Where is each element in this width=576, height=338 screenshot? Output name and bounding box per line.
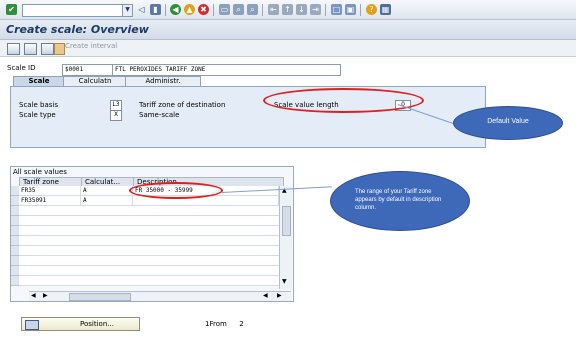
row-selector[interactable] xyxy=(11,226,19,236)
position-button[interactable]: Position... xyxy=(21,317,140,331)
callout-range-note-text: The range of your Tariff zone appears by… xyxy=(355,189,442,211)
shortcut-icon[interactable]: ▣ xyxy=(345,4,356,15)
table-row-empty[interactable] xyxy=(19,216,279,226)
last-page-icon[interactable]: ⇥ xyxy=(310,4,321,15)
create-interval-icon[interactable] xyxy=(54,43,65,55)
copy-icon[interactable] xyxy=(41,43,54,55)
next-page-icon[interactable]: ↓ xyxy=(296,4,307,15)
callout-default-value-text: Default Value xyxy=(487,118,529,125)
command-dropdown-icon[interactable]: ▼ xyxy=(122,4,133,17)
cancel-icon[interactable]: ✖ xyxy=(198,4,209,15)
row-selector[interactable] xyxy=(11,216,19,226)
row-selector[interactable] xyxy=(11,256,19,266)
find-next-icon[interactable]: ⌕ xyxy=(247,4,258,15)
scale-basis-label: Scale basis xyxy=(19,101,59,109)
table-row-empty[interactable] xyxy=(19,276,279,286)
entry-info: 1From 2 xyxy=(205,320,244,328)
callout-default-value: Default Value xyxy=(453,106,563,140)
scale-type-description: Same-scale xyxy=(139,111,180,119)
scroll-down-icon[interactable]: ▼ xyxy=(282,278,287,285)
row-selector[interactable] xyxy=(11,206,19,216)
entry-total: 2 xyxy=(239,320,244,328)
scroll-left-icon[interactable]: ◀ xyxy=(263,292,268,299)
table-row-empty[interactable] xyxy=(19,266,279,276)
position-icon xyxy=(25,320,39,330)
exit-icon[interactable]: ▲ xyxy=(184,4,195,15)
back-arrow-icon[interactable]: ◁ xyxy=(136,4,147,15)
cell-calculation[interactable]: A xyxy=(81,186,133,195)
scroll-right-icon[interactable]: ▶ xyxy=(277,292,282,299)
scale-id-label: Scale ID xyxy=(7,64,36,72)
cell-calculation[interactable]: A xyxy=(81,196,133,205)
table-row-empty[interactable] xyxy=(19,236,279,246)
toolbar-separator xyxy=(360,4,361,16)
toolbar-separator xyxy=(213,4,214,16)
system-toolbar: ✔ ▼ ◁ ▮ ◀ ▲ ✖ ▭ ⌕ ⌕ ⇤ ↑ ↓ ⇥ □ ▣ ? ▦ xyxy=(0,0,576,20)
highlight-ellipse-value-length xyxy=(263,88,424,113)
entry-from-label: 1From xyxy=(205,320,227,328)
first-page-icon[interactable]: ⇤ xyxy=(268,4,279,15)
scale-type-label: Scale type xyxy=(19,111,56,119)
table-row-empty[interactable] xyxy=(19,256,279,266)
help-icon[interactable]: ? xyxy=(366,4,377,15)
table-title: All scale values xyxy=(13,168,67,176)
scale-id-field[interactable]: $0001 xyxy=(62,64,114,76)
scroll-thumb[interactable] xyxy=(282,206,291,236)
row-selector[interactable] xyxy=(11,236,19,246)
table-row-empty[interactable] xyxy=(19,226,279,236)
cell-tariff-zone[interactable]: FR35 xyxy=(19,186,81,195)
previous-page-icon[interactable]: ↑ xyxy=(282,4,293,15)
layout-icon[interactable]: ▦ xyxy=(380,4,391,15)
create-interval-button[interactable]: Create interval xyxy=(65,42,117,50)
row-selector[interactable] xyxy=(11,186,19,196)
toolbar-separator xyxy=(325,4,326,16)
scroll-thumb-horizontal[interactable] xyxy=(69,293,131,301)
scale-description-field[interactable]: FTL PEROXIDES TARIFF ZONE xyxy=(112,64,341,76)
print-icon[interactable]: ▭ xyxy=(219,4,230,15)
command-field[interactable] xyxy=(22,4,124,17)
scroll-right-icon[interactable]: ▶ xyxy=(43,292,48,299)
other-object-icon[interactable] xyxy=(24,43,37,55)
row-selector[interactable] xyxy=(11,246,19,256)
row-selector[interactable] xyxy=(11,276,19,286)
callout-range-note: The range of your Tariff zone appears by… xyxy=(330,171,470,231)
toolbar-separator xyxy=(165,4,166,16)
application-toolbar: Create interval xyxy=(0,40,576,57)
table-row-empty[interactable] xyxy=(19,246,279,256)
check-icon[interactable]: ✔ xyxy=(6,4,17,15)
new-session-icon[interactable]: □ xyxy=(331,4,342,15)
row-selector[interactable] xyxy=(11,266,19,276)
save-icon[interactable]: ▮ xyxy=(150,4,161,15)
vertical-scrollbar[interactable]: ▲ ▼ xyxy=(279,186,292,289)
title-bar: Create scale: Overview xyxy=(0,20,576,40)
table-row-empty[interactable] xyxy=(19,206,279,216)
position-button-label: Position... xyxy=(80,320,114,328)
page-title: Create scale: Overview xyxy=(6,23,149,36)
horizontal-scrollbar[interactable]: ◀ ▶ ◀ ▶ xyxy=(29,291,291,301)
highlight-ellipse-description xyxy=(129,182,223,199)
scale-basis-description: Tariff zone of destination xyxy=(139,101,226,109)
cell-tariff-zone[interactable]: FR35091 xyxy=(19,196,81,205)
find-icon[interactable]: ⌕ xyxy=(233,4,244,15)
toolbar-separator xyxy=(262,4,263,16)
row-selector[interactable] xyxy=(11,196,19,206)
scale-type-field[interactable]: X xyxy=(110,110,122,121)
back-icon[interactable]: ◀ xyxy=(170,4,181,15)
scroll-left-icon[interactable]: ◀ xyxy=(31,292,36,299)
display-change-icon[interactable] xyxy=(7,43,20,55)
